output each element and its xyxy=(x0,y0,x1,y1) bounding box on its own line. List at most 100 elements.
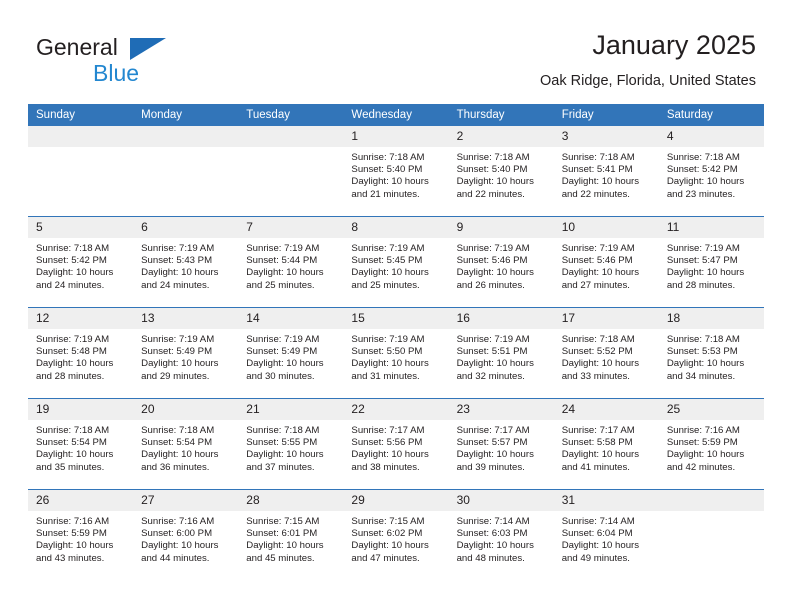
calendar-day-cell[interactable]: 28 Sunrise: 7:15 AM Sunset: 6:01 PM Dayligh… xyxy=(238,489,344,580)
general-blue-logo[interactable]: General Blue xyxy=(36,33,256,91)
calendar-day-cell[interactable]: 20 Sunrise: 7:18 AM Sunset: 5:54 PM Dayligh… xyxy=(133,398,239,490)
day-details: Sunrise: 7:19 AM Sunset: 5:51 PM Daylight:… xyxy=(449,329,554,383)
day-number: 30 xyxy=(448,490,554,511)
day-number: 7 xyxy=(238,217,344,238)
day-details: Sunrise: 7:19 AM Sunset: 5:50 PM Daylight:… xyxy=(343,329,448,383)
day-detail-line: Daylight: 10 hours xyxy=(246,358,324,370)
day-number: 9 xyxy=(448,217,554,238)
calendar-day-cell[interactable]: 29 Sunrise: 7:15 AM Sunset: 6:02 PM Dayligh… xyxy=(343,489,449,580)
calendar-day-cell[interactable]: 19 Sunrise: 7:18 AM Sunset: 5:54 PM Dayligh… xyxy=(28,398,134,490)
day-detail-line: Sunrise: 7:17 AM xyxy=(456,425,530,436)
day-detail-line: Sunrise: 7:18 AM xyxy=(666,334,740,345)
calendar-day-cell[interactable]: 17 Sunrise: 7:18 AM Sunset: 5:52 PM Dayligh… xyxy=(553,307,659,399)
day-detail-line: Daylight: 10 hours xyxy=(561,176,640,188)
day-detail-line: Sunrise: 7:18 AM xyxy=(561,152,635,163)
day-number: 24 xyxy=(553,399,659,420)
calendar-day-cell[interactable]: 4 Sunrise: 7:18 AM Sunset: 5:42 PM Daylight… xyxy=(658,126,764,217)
weekday-header-friday: Friday xyxy=(553,104,659,126)
calendar-day-cell[interactable]: 13 Sunrise: 7:19 AM Sunset: 5:49 PM Dayligh… xyxy=(133,307,239,399)
day-details: Sunrise: 7:18 AM Sunset: 5:55 PM Daylight:… xyxy=(238,420,343,474)
day-detail-line: Daylight: 10 hours xyxy=(666,176,745,188)
page-header: General Blue January 2025 Oak Ridge, Flo… xyxy=(0,0,792,104)
day-detail-line: Sunrise: 7:18 AM xyxy=(36,243,110,254)
calendar-day-cell[interactable]: 31 Sunrise: 7:14 AM Sunset: 6:04 PM Dayligh… xyxy=(553,489,659,580)
day-detail-line: Daylight: 10 hours xyxy=(351,267,429,279)
day-detail-line: Sunset: 5:59 PM xyxy=(666,437,738,449)
day-detail-line: Sunset: 6:02 PM xyxy=(351,528,423,540)
calendar-week-row: 12 Sunrise: 7:19 AM Sunset: 5:48 PM Dayligh… xyxy=(28,307,764,399)
day-details: Sunrise: 7:18 AM Sunset: 5:41 PM Daylight:… xyxy=(554,147,659,201)
calendar-day-cell[interactable]: 16 Sunrise: 7:19 AM Sunset: 5:51 PM Dayligh… xyxy=(448,307,554,399)
day-details: Sunrise: 7:18 AM Sunset: 5:42 PM Daylight:… xyxy=(659,147,764,201)
day-detail-line: Daylight: 10 hours xyxy=(36,540,114,552)
day-detail-line: Sunrise: 7:18 AM xyxy=(351,152,425,163)
day-details: Sunrise: 7:14 AM Sunset: 6:03 PM Daylight:… xyxy=(449,511,554,565)
day-number: 8 xyxy=(343,217,449,238)
day-detail-line: and 34 minutes. xyxy=(666,370,736,382)
day-detail-line: Sunrise: 7:19 AM xyxy=(456,243,530,254)
calendar-day-cell[interactable]: 3 Sunrise: 7:18 AM Sunset: 5:41 PM Daylight… xyxy=(553,126,659,217)
calendar-day-cell[interactable]: 24 Sunrise: 7:17 AM Sunset: 5:58 PM Dayligh… xyxy=(553,398,659,490)
day-number: 14 xyxy=(238,308,344,329)
day-detail-line: Sunset: 5:49 PM xyxy=(141,346,213,358)
day-number: 10 xyxy=(553,217,659,238)
calendar-day-cell[interactable]: 22 Sunrise: 7:17 AM Sunset: 5:56 PM Dayligh… xyxy=(343,398,449,490)
day-detail-line: Sunrise: 7:19 AM xyxy=(666,243,740,254)
day-detail-line: and 28 minutes. xyxy=(36,370,105,382)
day-number: 1 xyxy=(343,126,449,147)
day-detail-line: Sunset: 5:49 PM xyxy=(246,346,318,358)
calendar-day-cell[interactable]: 14 Sunrise: 7:19 AM Sunset: 5:49 PM Dayligh… xyxy=(238,307,344,399)
calendar-day-cell[interactable]: 5 Sunrise: 7:18 AM Sunset: 5:42 PM Daylight… xyxy=(28,216,134,308)
day-detail-line: Sunset: 5:48 PM xyxy=(36,346,107,358)
day-detail-line: Sunrise: 7:14 AM xyxy=(456,516,530,527)
day-detail-line: and 23 minutes. xyxy=(666,188,736,200)
day-detail-line: Sunset: 5:56 PM xyxy=(351,437,423,449)
location-subtitle: Oak Ridge, Florida, United States xyxy=(540,73,756,89)
day-detail-line: Daylight: 10 hours xyxy=(141,358,219,370)
day-detail-line: Daylight: 10 hours xyxy=(561,540,640,552)
calendar-day-cell[interactable]: 12 Sunrise: 7:19 AM Sunset: 5:48 PM Dayligh… xyxy=(28,307,134,399)
calendar-day-cell[interactable]: 6 Sunrise: 7:19 AM Sunset: 5:43 PM Daylight… xyxy=(133,216,239,308)
day-details: Sunrise: 7:16 AM Sunset: 5:59 PM Daylight:… xyxy=(659,420,764,474)
day-number: 27 xyxy=(133,490,239,511)
day-number: 3 xyxy=(553,126,659,147)
calendar-day-cell[interactable]: 23 Sunrise: 7:17 AM Sunset: 5:57 PM Dayligh… xyxy=(448,398,554,490)
calendar-day-cell[interactable]: 1 Sunrise: 7:18 AM Sunset: 5:40 PM Daylight… xyxy=(343,126,449,217)
day-detail-line: Sunrise: 7:19 AM xyxy=(36,334,110,345)
calendar-day-cell[interactable]: 21 Sunrise: 7:18 AM Sunset: 5:55 PM Dayligh… xyxy=(238,398,344,490)
calendar-week-row: 26 Sunrise: 7:16 AM Sunset: 5:59 PM Dayligh… xyxy=(28,489,764,580)
calendar-day-cell[interactable]: 25 Sunrise: 7:16 AM Sunset: 5:59 PM Dayligh… xyxy=(658,398,764,490)
calendar-day-cell[interactable]: 2 Sunrise: 7:18 AM Sunset: 5:40 PM Daylight… xyxy=(448,126,554,217)
day-detail-line: and 48 minutes. xyxy=(456,552,525,564)
calendar-day-cell[interactable]: 26 Sunrise: 7:16 AM Sunset: 5:59 PM Dayligh… xyxy=(28,489,134,580)
day-detail-line: and 47 minutes. xyxy=(351,552,420,564)
triangle-icon xyxy=(130,38,166,60)
day-detail-line: Sunrise: 7:16 AM xyxy=(141,516,215,527)
calendar-day-cell[interactable]: 15 Sunrise: 7:19 AM Sunset: 5:50 PM Dayligh… xyxy=(343,307,449,399)
calendar-day-cell[interactable]: 7 Sunrise: 7:19 AM Sunset: 5:44 PM Daylight… xyxy=(238,216,344,308)
day-detail-line: and 32 minutes. xyxy=(456,370,525,382)
day-detail-line: Sunset: 5:55 PM xyxy=(246,437,318,449)
calendar-day-cell[interactable]: 10 Sunrise: 7:19 AM Sunset: 5:46 PM Dayligh… xyxy=(553,216,659,308)
calendar-day-cell[interactable]: 27 Sunrise: 7:16 AM Sunset: 6:00 PM Dayligh… xyxy=(133,489,239,580)
day-detail-line: and 28 minutes. xyxy=(666,279,736,291)
day-detail-line: Sunset: 5:59 PM xyxy=(36,528,107,540)
day-detail-line: Sunset: 6:01 PM xyxy=(246,528,318,540)
day-detail-line: Daylight: 10 hours xyxy=(246,267,324,279)
day-detail-line: Sunset: 5:47 PM xyxy=(666,255,738,267)
day-detail-line: and 39 minutes. xyxy=(456,461,525,473)
day-number xyxy=(658,490,764,511)
day-details: Sunrise: 7:14 AM Sunset: 6:04 PM Daylight:… xyxy=(554,511,659,565)
day-details: Sunrise: 7:19 AM Sunset: 5:49 PM Daylight:… xyxy=(133,329,238,383)
day-detail-line: Daylight: 10 hours xyxy=(141,449,219,461)
calendar-body: 1 Sunrise: 7:18 AM Sunset: 5:40 PM Daylight… xyxy=(28,126,764,580)
calendar-day-cell[interactable]: 8 Sunrise: 7:19 AM Sunset: 5:45 PM Daylight… xyxy=(343,216,449,308)
calendar-day-cell[interactable]: 30 Sunrise: 7:14 AM Sunset: 6:03 PM Dayligh… xyxy=(448,489,554,580)
day-detail-line: Sunrise: 7:19 AM xyxy=(246,334,320,345)
day-number xyxy=(238,126,344,147)
calendar-day-cell[interactable]: 9 Sunrise: 7:19 AM Sunset: 5:46 PM Daylight… xyxy=(448,216,554,308)
calendar-day-cell[interactable]: 11 Sunrise: 7:19 AM Sunset: 5:47 PM Dayligh… xyxy=(658,216,764,308)
day-detail-line: and 26 minutes. xyxy=(456,279,525,291)
day-number: 19 xyxy=(28,399,134,420)
calendar-day-cell[interactable]: 18 Sunrise: 7:18 AM Sunset: 5:53 PM Dayligh… xyxy=(658,307,764,399)
